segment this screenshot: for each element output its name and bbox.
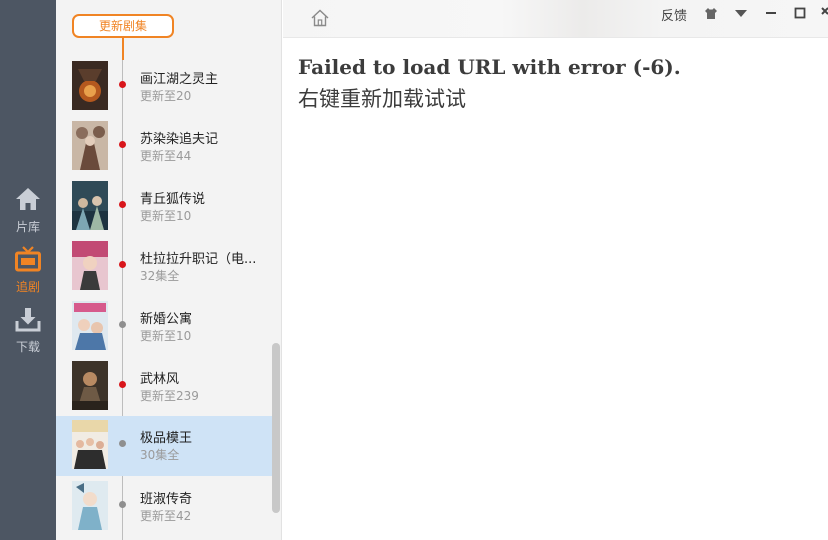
series-item[interactable]: 杜拉拉升职记（电... 32集全 <box>56 240 272 300</box>
series-item[interactable]: 青丘狐传说 更新至10 <box>56 180 272 240</box>
series-item[interactable]: 苏染染追夫记 更新至44 <box>56 120 272 180</box>
series-poster <box>72 241 108 290</box>
series-title: 极品模王 <box>140 431 193 446</box>
series-status: 更新至10 <box>140 329 192 343</box>
series-item[interactable]: 班淑传奇 更新至42 <box>56 480 272 540</box>
series-item-selected[interactable]: 极品模王 30集全 <box>56 416 272 476</box>
series-poster <box>72 481 108 530</box>
series-title: 新婚公寓 <box>140 312 193 327</box>
series-poster <box>72 121 108 170</box>
series-sidebar: 更新剧集 画江湖之灵主 更新至20 苏染染追夫记 更新至44 青丘狐传说 更新至… <box>56 0 282 540</box>
close-icon[interactable] <box>821 6 828 20</box>
series-title: 青丘狐传说 <box>140 192 206 207</box>
series-poster <box>72 61 108 110</box>
series-title: 班淑传奇 <box>140 492 193 507</box>
series-status: 32集全 <box>140 269 180 283</box>
series-status: 更新至20 <box>140 89 192 103</box>
dropdown-arrow-icon[interactable] <box>734 9 748 18</box>
series-status: 30集全 <box>140 448 180 462</box>
series-item[interactable]: 画江湖之灵主 更新至20 <box>56 60 272 120</box>
series-status: 更新至44 <box>140 149 192 163</box>
series-item[interactable]: 武林风 更新至239 <box>56 360 272 420</box>
update-dot <box>119 321 126 328</box>
series-title: 武林风 <box>140 372 180 387</box>
series-title: 杜拉拉升职记（电... <box>140 252 257 267</box>
series-status: 更新至239 <box>140 389 199 403</box>
left-nav-rail: 片库 追剧 下载 <box>0 0 56 540</box>
new-update-dot <box>119 141 126 148</box>
nav-label-download: 下载 <box>15 340 40 354</box>
tv-icon <box>15 246 41 272</box>
nav-label-following: 追剧 <box>15 280 40 294</box>
nav-item-download[interactable]: 下载 <box>0 306 56 364</box>
home-outline-icon[interactable] <box>310 8 330 28</box>
nav-label-library: 片库 <box>15 220 40 234</box>
error-message: Failed to load URL with error (-6). <box>298 55 681 79</box>
series-poster <box>72 420 108 469</box>
series-title: 苏染染追夫记 <box>140 132 219 147</box>
shirt-icon[interactable] <box>704 7 718 20</box>
series-item[interactable]: 新婚公寓 更新至10 <box>56 300 272 360</box>
reload-hint: 右键重新加载试试 <box>298 87 466 111</box>
main-content: Failed to load URL with error (-6). 右键重新… <box>283 39 828 540</box>
nav-item-following[interactable]: 追剧 <box>0 246 56 304</box>
series-poster <box>72 181 108 230</box>
series-poster <box>72 301 108 350</box>
update-dot <box>119 440 126 447</box>
top-toolbar: 反馈 <box>283 0 828 38</box>
download-icon <box>15 308 41 332</box>
new-update-dot <box>119 81 126 88</box>
nav-item-library[interactable]: 片库 <box>0 186 56 244</box>
feedback-link[interactable]: 反馈 <box>661 5 687 24</box>
home-icon <box>16 188 40 210</box>
maximize-icon[interactable] <box>793 6 807 20</box>
timeline-accent <box>122 36 124 60</box>
series-poster <box>72 361 108 410</box>
series-status: 更新至10 <box>140 209 192 223</box>
new-update-dot <box>119 201 126 208</box>
series-title: 画江湖之灵主 <box>140 72 219 87</box>
new-update-dot <box>119 381 126 388</box>
series-status: 更新至42 <box>140 509 192 523</box>
sidebar-scrollbar-thumb[interactable] <box>272 343 280 513</box>
new-update-dot <box>119 261 126 268</box>
update-dot <box>119 501 126 508</box>
minimize-icon[interactable] <box>764 6 778 20</box>
updated-series-header-button[interactable]: 更新剧集 <box>72 14 174 38</box>
